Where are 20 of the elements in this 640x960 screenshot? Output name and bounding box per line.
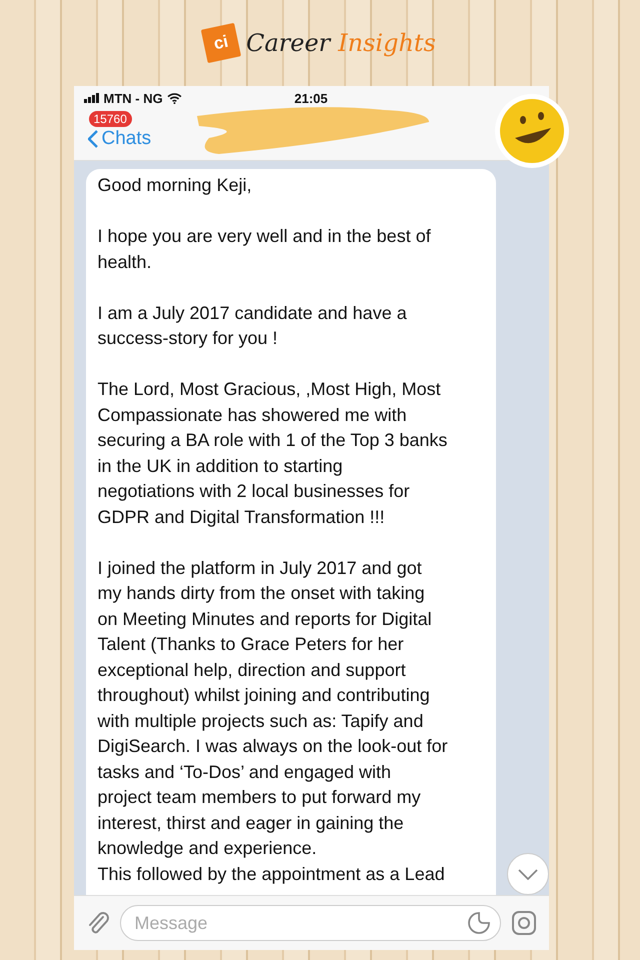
chevron-left-icon — [88, 130, 98, 148]
unread-count: 15760 — [88, 111, 132, 127]
message-paragraph: I hope you are very well and in the best of health. — [98, 225, 432, 274]
scroll-down-button[interactable] — [506, 853, 548, 895]
sticker-icon[interactable] — [466, 911, 490, 935]
logo-text: Career — [246, 29, 330, 57]
wifi-icon — [166, 92, 182, 104]
message-field[interactable]: Message — [120, 905, 500, 941]
logo-text: Insights — [338, 29, 436, 57]
logo-mark: ci — [200, 22, 242, 64]
camera-icon[interactable] — [510, 910, 536, 936]
signal-icon — [84, 93, 100, 103]
message-paragraph: I am a July 2017 candidate and have a success-story for you ! — [98, 302, 408, 350]
carrier-name: MTN - NG — [104, 90, 163, 106]
message-paragraph: I joined the platform in July 2017 and got my hands dirty from the onset with taking on Meeting Minutes and reports for Digital Talent (Thanks to Grace Peters for her exceptional help, direction and support throughout) whilst joining and contributing with multiple projects such as: Tapify and DigiSearch. I was always on the look-out for tasks and ‘To-Dos’ and engaged with project team members to put forward my interest, thirst and eager in gaining the knowledge and experience. This followed by the appointment as a Lead — [98, 556, 449, 886]
status-time: 21:05 — [293, 90, 329, 106]
message-paragraph: The Lord, Most Gracious, ,Most High, Most Compassionate has showered me with securing a BA role with 1 of the Top 3 banks in the UK in addition to starting negotiations with 2 local businesses for GDPR and Digital Transformation !!! — [98, 378, 448, 529]
message-paragraph: Good morning Keji, — [98, 174, 253, 197]
back-link[interactable]: Chats — [88, 128, 152, 150]
chevron-down-icon — [518, 868, 538, 880]
